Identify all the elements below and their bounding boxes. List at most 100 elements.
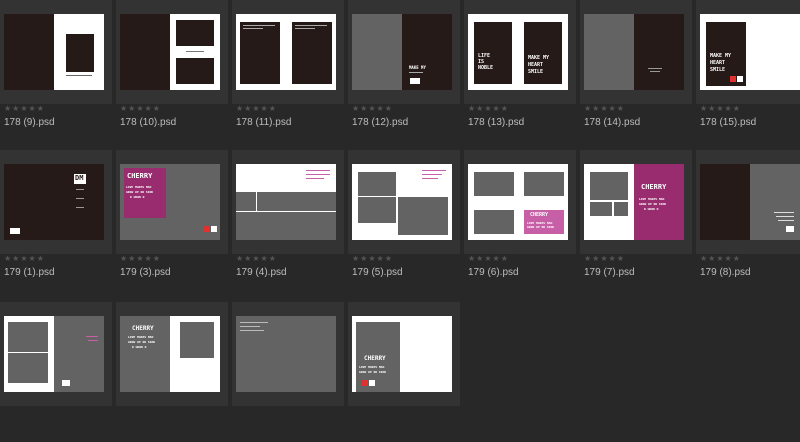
thumbnail-caption: DM (75, 174, 84, 182)
thumbnail-panel[interactable]: MAKE MY HEART SMILE (696, 0, 800, 104)
thumbnail-image[interactable]: LIFE IS NOBLE MAKE MY HEART SMILE (468, 14, 568, 90)
thumbnail-image[interactable] (120, 14, 220, 90)
thumbnail-image[interactable]: CHERRY LOVE MAKES MAN GROW UP OR SINK (352, 316, 452, 392)
thumbnail-caption: CHERRY (132, 325, 154, 332)
rating-stars[interactable]: ★★★★★ (584, 254, 625, 264)
thumbnail-panel[interactable] (348, 150, 460, 254)
thumbnail-panel[interactable] (232, 302, 344, 406)
file-name[interactable]: 178 (14).psd (584, 117, 640, 129)
thumbnail-image[interactable] (236, 14, 336, 90)
thumbnail-panel[interactable]: LIFE IS NOBLE MAKE MY HEART SMILE (464, 0, 576, 104)
file-name[interactable]: 179 (8).psd (700, 267, 751, 279)
thumbnail-item[interactable]: ★★★★★ 178 (11).psd (232, 0, 344, 140)
file-name[interactable]: 178 (11).psd (236, 117, 291, 129)
thumbnail-caption: HEART (528, 62, 544, 68)
thumbnail-panel[interactable]: DM (0, 150, 112, 254)
thumbnail-image[interactable] (236, 316, 336, 392)
thumbnail-caption: NOBLE (478, 65, 494, 71)
thumbnail-panel[interactable] (232, 0, 344, 104)
file-name[interactable]: 178 (9).psd (4, 117, 55, 129)
thumbnail-panel[interactable]: MAKE MY (348, 0, 460, 104)
thumbnail-caption: CHERRY (530, 212, 549, 218)
thumbnail-item[interactable] (0, 302, 112, 442)
thumbnail-caption: D UOWN D (130, 195, 145, 199)
thumbnail-image[interactable]: CHERRY LOVE MAKES MAN GROW UP OR SINK D … (120, 316, 220, 392)
rating-stars[interactable]: ★★★★★ (236, 104, 277, 114)
thumbnail-caption: MAKE MY (710, 53, 732, 59)
thumbnail-item[interactable]: MAKE MY HEART SMILE ★★★★★ 178 (15).psd (696, 0, 800, 140)
file-name[interactable]: 179 (1).psd (4, 267, 55, 279)
thumbnail-item[interactable]: ★★★★★ 178 (9).psd (0, 0, 112, 140)
thumbnail-item[interactable]: MAKE MY ★★★★★ 178 (12).psd (348, 0, 460, 140)
thumbnail-item[interactable]: ★★★★★ 178 (14).psd (580, 0, 692, 140)
thumbnail-item[interactable]: CHERRY LOVE MAKES MAN GROW UP OR SINK D … (116, 302, 228, 442)
thumbnail-item[interactable]: DM ★★★★★ 179 (1).psd (0, 150, 112, 290)
file-name[interactable]: 178 (10).psd (120, 117, 176, 129)
thumbnail-caption: CHERRY (641, 183, 667, 191)
thumbnail-item[interactable]: ★★★★★ 178 (10).psd (116, 0, 228, 140)
thumbnail-item[interactable]: CHERRY LOVE MAKES MAN GROW UP OR SINK ★★… (464, 150, 576, 290)
thumbnail-item[interactable]: ★★★★★ 179 (5).psd (348, 150, 460, 290)
rating-stars[interactable]: ★★★★★ (584, 104, 625, 114)
thumbnail-image[interactable]: MAKE MY HEART SMILE (700, 14, 800, 90)
file-name[interactable]: 178 (13).psd (468, 117, 524, 129)
rating-stars[interactable]: ★★★★★ (352, 104, 393, 114)
thumbnail-caption: D UOWN D (644, 207, 659, 211)
thumbnail-caption: GROW UP OR SINK (128, 340, 156, 344)
rating-stars[interactable]: ★★★★★ (120, 254, 161, 264)
file-name[interactable]: 179 (7).psd (584, 267, 635, 279)
thumbnail-panel[interactable]: CHERRY LOVE MAKES MAN GROW UP OR SINK D … (580, 150, 692, 254)
file-name[interactable]: 178 (15).psd (700, 117, 756, 129)
rating-stars[interactable]: ★★★★★ (468, 104, 509, 114)
rating-stars[interactable]: ★★★★★ (120, 104, 161, 114)
thumbnail-caption: CHERRY (364, 355, 386, 362)
thumbnail-item[interactable]: LIFE IS NOBLE MAKE MY HEART SMILE ★★★★★ … (464, 0, 576, 140)
thumbnail-panel[interactable] (0, 302, 112, 406)
thumbnail-item[interactable]: CHERRY LOVE MAKES MAN GROW UP OR SINK (348, 302, 460, 442)
thumbnail-item[interactable]: ★★★★★ 179 (8).psd (696, 150, 800, 290)
thumbnail-panel[interactable]: CHERRY LOVE MAKES MAN GROW UP OR SINK (464, 150, 576, 254)
thumbnail-caption: LOVE MAKES MAN (359, 365, 385, 369)
thumbnail-caption: LOVE MAKES MAN (639, 197, 665, 201)
thumbnail-image[interactable]: DM (4, 164, 104, 240)
thumbnail-panel[interactable] (0, 0, 112, 104)
thumbnail-image[interactable]: CHERRY LOVE MAKES MAN GROW UP OR SINK D … (584, 164, 684, 240)
thumbnail-caption: D UOWN D (132, 345, 147, 349)
thumbnail-image[interactable]: CHERRY LOVE MAKES MAN GROW UP OR SINK D … (120, 164, 220, 240)
thumbnail-image[interactable] (700, 164, 800, 240)
file-name[interactable]: 179 (6).psd (468, 267, 519, 279)
thumbnail-item[interactable] (232, 302, 344, 442)
thumbnail-item[interactable]: CHERRY LOVE MAKES MAN GROW UP OR SINK D … (116, 150, 228, 290)
thumbnail-caption: SMILE (528, 69, 544, 75)
thumbnail-image[interactable] (236, 164, 336, 240)
thumbnail-image[interactable] (4, 316, 104, 392)
thumbnail-image[interactable] (584, 14, 684, 90)
rating-stars[interactable]: ★★★★★ (352, 254, 393, 264)
thumbnail-image[interactable]: MAKE MY (352, 14, 452, 90)
thumbnail-item[interactable]: ★★★★★ 179 (4).psd (232, 150, 344, 290)
file-name[interactable]: 179 (5).psd (352, 267, 403, 279)
rating-stars[interactable]: ★★★★★ (700, 104, 741, 114)
thumbnail-panel[interactable] (232, 150, 344, 254)
thumbnail-image[interactable]: CHERRY LOVE MAKES MAN GROW UP OR SINK (468, 164, 568, 240)
thumbnail-panel[interactable] (580, 0, 692, 104)
file-name[interactable]: 179 (4).psd (236, 267, 287, 279)
thumbnail-panel[interactable]: CHERRY LOVE MAKES MAN GROW UP OR SINK D … (116, 150, 228, 254)
thumbnail-panel[interactable] (696, 150, 800, 254)
thumbnail-grid: ★★★★★ 178 (9).psd ★★★★★ 178 (10).psd ★★★… (0, 0, 800, 406)
thumbnail-panel[interactable]: CHERRY LOVE MAKES MAN GROW UP OR SINK (348, 302, 460, 406)
rating-stars[interactable]: ★★★★★ (236, 254, 277, 264)
file-name[interactable]: 179 (3).psd (120, 267, 171, 279)
thumbnail-caption: GROW UP OR SINK (527, 225, 555, 229)
file-name[interactable]: 178 (12).psd (352, 117, 408, 129)
thumbnail-caption: LOVE MAKES MAN (128, 335, 154, 339)
rating-stars[interactable]: ★★★★★ (700, 254, 741, 264)
thumbnail-image[interactable] (4, 14, 104, 90)
thumbnail-item[interactable]: CHERRY LOVE MAKES MAN GROW UP OR SINK D … (580, 150, 692, 290)
thumbnail-panel[interactable] (116, 0, 228, 104)
rating-stars[interactable]: ★★★★★ (4, 254, 45, 264)
rating-stars[interactable]: ★★★★★ (4, 104, 45, 114)
thumbnail-panel[interactable]: CHERRY LOVE MAKES MAN GROW UP OR SINK D … (116, 302, 228, 406)
rating-stars[interactable]: ★★★★★ (468, 254, 509, 264)
thumbnail-image[interactable] (352, 164, 452, 240)
